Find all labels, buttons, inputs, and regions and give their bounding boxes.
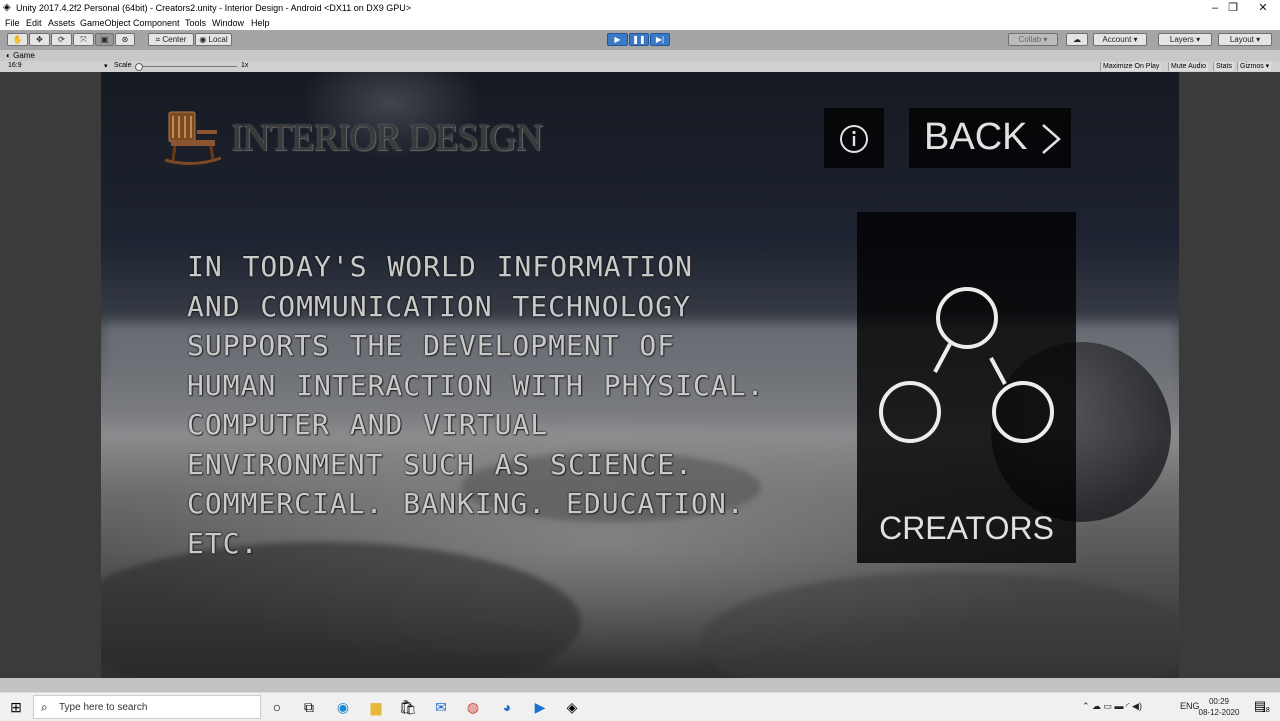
- task-view-icon[interactable]: ⧉: [299, 697, 319, 717]
- aspect-arrow-icon: ▾: [104, 63, 108, 70]
- info-button[interactable]: [824, 108, 884, 168]
- description-text: In today's world information and communi…: [187, 247, 807, 563]
- stats-toggle[interactable]: Stats: [1213, 62, 1234, 71]
- team-network-icon: [879, 287, 1054, 443]
- editor-toolbar: ✋ ✥ ⟳ ⤧ ▣ ⊛ ⌗ Center ◉ Local ▶ ❚❚ ▶| Col…: [0, 30, 1280, 50]
- menu-tools[interactable]: Tools: [185, 18, 206, 28]
- description-line: In today's world information: [187, 250, 694, 283]
- layout-dropdown[interactable]: Layout ▾: [1218, 33, 1272, 46]
- search-placeholder: Type here to search: [59, 702, 148, 713]
- move-tool-icon[interactable]: ✥: [29, 33, 50, 46]
- app-with-badge-icon[interactable]: ◕: [497, 697, 517, 717]
- layers-dropdown[interactable]: Layers ▾: [1158, 33, 1212, 46]
- app-logo-text: INTERIOR DESIGN: [231, 117, 543, 159]
- hand-tool-icon[interactable]: ✋: [7, 33, 28, 46]
- notification-count: 18: [1262, 707, 1270, 714]
- description-line: etc.: [187, 526, 259, 560]
- description-line: environment such as science.: [187, 447, 694, 481]
- cloud-icon[interactable]: ☁: [1066, 33, 1088, 46]
- game-tab-label: Game: [13, 51, 35, 60]
- back-button[interactable]: BACK: [909, 108, 1071, 168]
- collab-button[interactable]: Collab ▾: [1008, 33, 1058, 46]
- transform-tool-icon[interactable]: ⊛: [115, 33, 135, 46]
- local-label: Local: [208, 35, 228, 44]
- gizmos-dropdown[interactable]: Gizmos ▾: [1237, 62, 1272, 71]
- window-title: Unity 2017.4.2f2 Personal (64bit) - Crea…: [16, 3, 412, 13]
- unity-icon: ◈: [3, 2, 11, 13]
- account-dropdown[interactable]: Account ▾: [1093, 33, 1147, 46]
- clock-date: 08-12-2020: [1198, 708, 1240, 717]
- rock-shape: [701, 572, 1179, 678]
- pivot-local-button[interactable]: ◉ Local: [195, 33, 232, 46]
- taskbar-search-input[interactable]: ⌕ Type here to search: [33, 695, 261, 719]
- store-icon[interactable]: 🛍: [398, 697, 418, 717]
- cortana-icon[interactable]: ○: [267, 697, 287, 717]
- menu-assets[interactable]: Assets: [48, 18, 75, 28]
- search-icon: ⌕: [41, 700, 48, 714]
- menu-edit[interactable]: Edit: [26, 18, 42, 28]
- windows-taskbar: ⊞ ⌕ Type here to search ○ ⧉ ◉ ▆ 🛍 ✉ ◍ ◕ …: [0, 692, 1280, 721]
- taskbar-clock[interactable]: 00:29 08-12-2020: [1198, 696, 1240, 718]
- maximize-on-play-toggle[interactable]: Maximize On Play: [1100, 62, 1162, 71]
- step-button[interactable]: ▶|: [650, 33, 670, 46]
- game-tab[interactable]: ◐ Game: [6, 51, 35, 60]
- creators-label: CREATORS: [879, 510, 1054, 546]
- aspect-dropdown[interactable]: 16:9: [8, 62, 22, 69]
- back-label: BACK: [924, 116, 1028, 158]
- tray-icons[interactable]: ⌃ ☁ ▭ ▬ ◜ ◀): [1082, 701, 1142, 712]
- game-tab-header: ◐ Game: [0, 50, 1280, 61]
- title-bar: ◈ Unity 2017.4.2f2 Personal (64bit) - Cr…: [0, 0, 1280, 16]
- close-button[interactable]: ✕: [1248, 0, 1278, 16]
- menu-bar: File Edit Assets GameObject Component To…: [0, 16, 1280, 30]
- description-line: computer and virtual: [187, 408, 549, 441]
- game-screen: INTERIOR DESIGN BACK In today's world in…: [101, 72, 1179, 678]
- scale-label: Scale: [114, 62, 132, 69]
- mute-audio-toggle[interactable]: Mute Audio: [1168, 62, 1209, 71]
- description-line: commercial. banking. education.: [187, 487, 745, 520]
- media-player-icon[interactable]: ▶: [530, 697, 550, 717]
- scale-tool-icon[interactable]: ⤧: [73, 33, 94, 46]
- rotate-tool-icon[interactable]: ⟳: [51, 33, 72, 46]
- maximize-button[interactable]: ❐: [1218, 0, 1248, 16]
- menu-gameobject[interactable]: GameObject: [80, 18, 131, 28]
- windows-start-icon[interactable]: ⊞: [6, 697, 26, 717]
- rect-tool-icon[interactable]: ▣: [95, 33, 114, 46]
- edge-browser-icon[interactable]: ◉: [333, 697, 353, 717]
- menu-window[interactable]: Window: [212, 18, 244, 28]
- scale-value: 1x: [241, 62, 249, 69]
- info-icon: [840, 125, 868, 153]
- chrome-icon[interactable]: ◍: [463, 697, 483, 717]
- scale-slider-handle[interactable]: [135, 63, 143, 71]
- play-button[interactable]: ▶: [607, 33, 628, 46]
- center-label: Center: [162, 35, 187, 44]
- clock-time: 00:29: [1208, 697, 1230, 706]
- unity-taskbar-icon[interactable]: ◈: [562, 697, 582, 717]
- description-line: supports the development of: [187, 329, 676, 362]
- language-indicator[interactable]: ENG: [1180, 701, 1200, 711]
- chevron-right-icon: [1042, 124, 1061, 154]
- menu-file[interactable]: File: [5, 18, 20, 28]
- pause-button[interactable]: ❚❚: [629, 33, 649, 46]
- rocking-chair-icon: [164, 111, 222, 165]
- mail-icon[interactable]: ✉: [431, 697, 451, 717]
- file-explorer-icon[interactable]: ▆: [366, 697, 386, 717]
- description-line: human interaction with physical.: [187, 368, 765, 402]
- pivot-center-button[interactable]: ⌗ Center: [148, 33, 194, 46]
- menu-help[interactable]: Help: [251, 18, 270, 28]
- creators-button[interactable]: CREATORS: [857, 212, 1076, 563]
- description-line: and communication technology: [187, 289, 692, 323]
- scale-slider-track[interactable]: [137, 66, 237, 67]
- menu-component[interactable]: Component: [133, 18, 180, 28]
